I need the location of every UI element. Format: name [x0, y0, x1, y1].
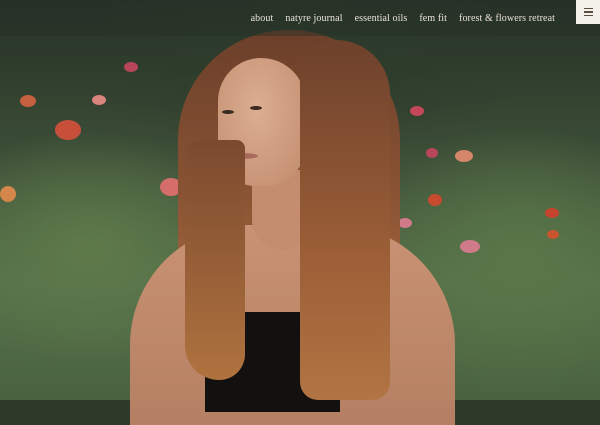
flower [426, 148, 438, 158]
flower [460, 240, 480, 253]
flower [55, 120, 81, 140]
eye [250, 106, 262, 110]
menu-button[interactable] [576, 0, 600, 24]
hamburger-menu-icon [583, 11, 593, 13]
flower [124, 62, 138, 72]
nav-link-about[interactable]: about [251, 13, 274, 24]
flower [20, 95, 36, 107]
hair-strands-right [300, 40, 390, 400]
nav-link-essential-oils[interactable]: essential oils [355, 13, 408, 24]
nav-link-natyre-journal[interactable]: natyre journal [285, 13, 342, 24]
flower [0, 186, 16, 202]
flower [428, 194, 442, 206]
flower [92, 95, 106, 105]
hero-photo [0, 0, 600, 425]
main-nav: about natyre journal essential oils fem … [251, 13, 555, 24]
flower [410, 106, 424, 116]
hamburger-menu-icon [583, 7, 593, 10]
hamburger-menu-icon [583, 14, 593, 17]
flower [455, 150, 473, 162]
flower [545, 208, 559, 218]
nav-link-fem-fit[interactable]: fem fit [419, 13, 447, 24]
flower [547, 230, 559, 239]
eye [222, 110, 234, 114]
hair-strands-left [185, 140, 245, 380]
nav-link-forest-flowers-retreat[interactable]: forest & flowers retreat [459, 13, 555, 24]
flower [398, 218, 412, 228]
